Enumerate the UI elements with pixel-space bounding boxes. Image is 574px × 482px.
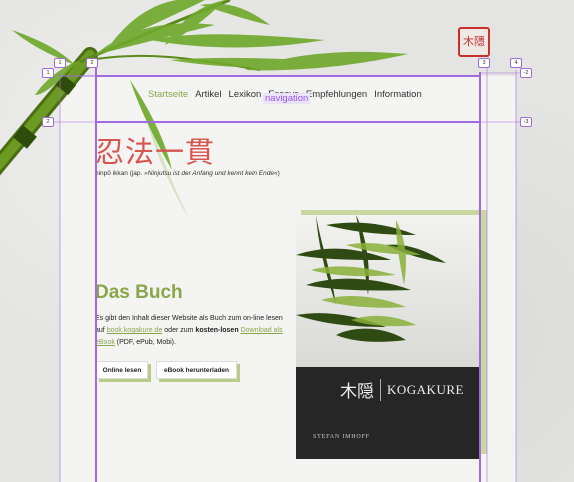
guide-marker-3[interactable]: 3 xyxy=(478,58,490,68)
cover-title-latin: KOGAKURE xyxy=(387,381,464,397)
guide-marker-2b[interactable]: 2 xyxy=(42,117,54,127)
site-subtitle: ninpō ikkan (jap. »Ninjutsu ist der Anfa… xyxy=(95,170,280,177)
nav-item-startseite[interactable]: Startseite xyxy=(148,89,188,100)
cover-author: STEFAN IMHOFF xyxy=(313,434,370,440)
guide-marker-1b[interactable]: 1 xyxy=(42,68,54,78)
cover-title: 木隠 KOGAKURE xyxy=(340,377,464,402)
book-description: Es gibt den Inhalt dieser Website als Bu… xyxy=(95,313,285,349)
book-heading: Das Buch xyxy=(95,282,183,303)
nav-item-empfehlungen[interactable]: Empfehlungen xyxy=(306,89,367,100)
navigation-overlay-label: navigation xyxy=(263,93,311,104)
book-cover[interactable]: 木隠 KOGAKURE STEFAN IMHOFF xyxy=(296,215,479,459)
nav-item-lexikon[interactable]: Lexikon xyxy=(229,89,262,100)
nav-item-information[interactable]: Information xyxy=(374,89,422,100)
guide-marker-4[interactable]: 4 xyxy=(510,58,522,68)
guide-marker-neg3[interactable]: -3 xyxy=(520,117,532,127)
subtitle-quote: »Ninjutsu ist der Anfang und kennt kein … xyxy=(144,170,278,177)
download-ebook-button[interactable]: eBook herunterladen xyxy=(156,361,237,379)
guide-marker-neg2[interactable]: -2 xyxy=(520,68,532,78)
nav-item-artikel[interactable]: Artikel xyxy=(195,89,221,100)
cover-title-band: 木隠 KOGAKURE STEFAN IMHOFF xyxy=(296,367,479,459)
subtitle-suffix: ) xyxy=(277,170,280,177)
book-site-link[interactable]: book.kogakure.de xyxy=(107,327,163,334)
cover-title-divider xyxy=(380,378,381,401)
book-text-2: oder zum xyxy=(162,327,196,334)
kanji-seal: 木隱 xyxy=(458,27,490,57)
read-online-button[interactable]: Online lesen xyxy=(96,361,148,379)
cover-bamboo-photo xyxy=(296,215,479,367)
site-logo[interactable]: 忍法一貫 xyxy=(95,135,215,169)
cover-kanji: 木隠 xyxy=(340,382,374,402)
subtitle-prefix: ninpō ikkan (jap. xyxy=(95,170,145,177)
book-text-4: (PDF, ePub, Mobi). xyxy=(114,339,176,346)
book-text-bold: kosten-losen xyxy=(195,327,239,334)
guide-marker-2[interactable]: 2 xyxy=(86,58,98,68)
guide-marker-1[interactable]: 1 xyxy=(54,58,66,68)
